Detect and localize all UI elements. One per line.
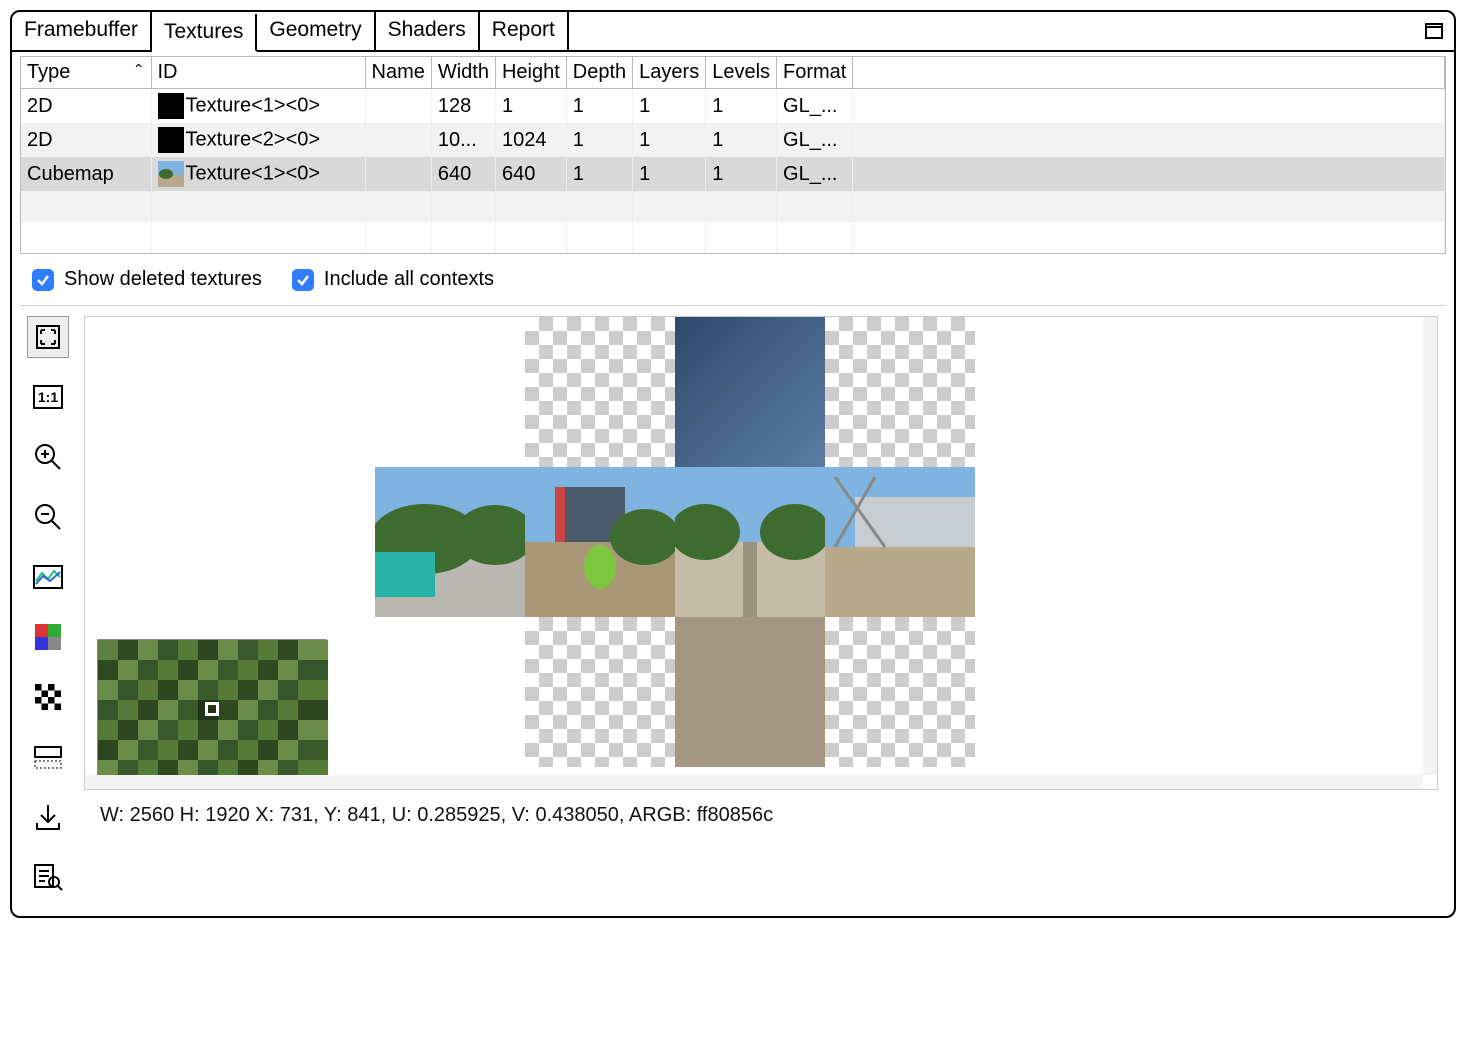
- th-levels[interactable]: Levels: [706, 57, 777, 89]
- table-row[interactable]: 2DTexture<2><0>10...1024111GL_...: [21, 123, 1445, 157]
- fit-to-view-icon[interactable]: [27, 316, 69, 358]
- cell-layers: 1: [633, 89, 706, 124]
- tab-bar: Framebuffer Textures Geometry Shaders Re…: [12, 12, 1454, 52]
- scrollbar-horizontal[interactable]: [85, 775, 1423, 789]
- cell-width: 128: [431, 89, 495, 124]
- zoom-in-icon[interactable]: [27, 436, 69, 478]
- cell-format: GL_...: [777, 123, 853, 157]
- table-row: [21, 222, 1445, 253]
- table-row[interactable]: 2DTexture<1><0>1281111GL_...: [21, 89, 1445, 124]
- cell-depth: 1: [566, 123, 632, 157]
- zoom-out-icon[interactable]: [27, 496, 69, 538]
- color-channels-icon[interactable]: [27, 616, 69, 658]
- minimap[interactable]: [97, 639, 327, 779]
- cell-levels: 1: [706, 123, 777, 157]
- cell-height: 1024: [495, 123, 566, 157]
- include-all-label: Include all contexts: [324, 268, 494, 291]
- cell-height: 1: [495, 89, 566, 124]
- cell-format: GL_...: [777, 89, 853, 124]
- save-icon[interactable]: [27, 796, 69, 838]
- cell-type: Cubemap: [21, 157, 151, 191]
- sort-asc-icon: ⌃: [133, 61, 145, 78]
- cell-height: 640: [495, 157, 566, 191]
- table-row: [21, 191, 1445, 222]
- cell-type: 2D: [21, 89, 151, 124]
- cell-layers: 1: [633, 123, 706, 157]
- histogram-icon[interactable]: [27, 556, 69, 598]
- texture-table: Type⌃ ID Name Width Height Depth Layers …: [20, 56, 1446, 254]
- inspect-icon[interactable]: [27, 856, 69, 898]
- flip-icon[interactable]: [27, 736, 69, 778]
- show-deleted-checkbox[interactable]: Show deleted textures: [32, 268, 262, 291]
- th-name[interactable]: Name: [365, 57, 431, 89]
- actual-size-icon[interactable]: 1:1: [27, 376, 69, 418]
- texture-canvas[interactable]: [84, 316, 1438, 790]
- th-type[interactable]: Type⌃: [21, 57, 151, 89]
- cell-id: Texture<1><0>: [151, 157, 365, 191]
- th-layers[interactable]: Layers: [633, 57, 706, 89]
- cell-id: Texture<2><0>: [151, 123, 365, 157]
- tab-report[interactable]: Report: [480, 12, 569, 50]
- cell-name: [365, 157, 431, 191]
- tab-geometry[interactable]: Geometry: [257, 12, 375, 50]
- cell-type: 2D: [21, 123, 151, 157]
- cell-depth: 1: [566, 89, 632, 124]
- minimap-cursor: [205, 702, 219, 716]
- alpha-bg-icon[interactable]: [27, 676, 69, 718]
- cell-name: [365, 89, 431, 124]
- cell-name: [365, 123, 431, 157]
- cell-levels: 1: [706, 89, 777, 124]
- tab-framebuffer[interactable]: Framebuffer: [12, 12, 152, 50]
- cell-width: 10...: [431, 123, 495, 157]
- maximize-icon[interactable]: [1414, 12, 1454, 50]
- texture-thumb: [158, 93, 184, 119]
- svg-text:1:1: 1:1: [38, 389, 58, 405]
- cell-id: Texture<1><0>: [151, 89, 365, 124]
- texture-panel: Framebuffer Textures Geometry Shaders Re…: [10, 10, 1456, 918]
- th-depth[interactable]: Depth: [566, 57, 632, 89]
- status-bar: W: 2560 H: 1920 X: 731, Y: 841, U: 0.285…: [84, 790, 1438, 831]
- tab-shaders[interactable]: Shaders: [376, 12, 480, 50]
- texture-thumb: [158, 127, 184, 153]
- cell-depth: 1: [566, 157, 632, 191]
- table-row[interactable]: CubemapTexture<1><0>640640111GL_...: [21, 157, 1445, 191]
- cubemap-cross: [375, 317, 975, 767]
- cell-format: GL_...: [777, 157, 853, 191]
- scrollbar-vertical[interactable]: [1423, 317, 1437, 775]
- tab-textures[interactable]: Textures: [152, 14, 257, 52]
- cell-width: 640: [431, 157, 495, 191]
- th-width[interactable]: Width: [431, 57, 495, 89]
- show-deleted-label: Show deleted textures: [64, 268, 262, 291]
- th-id[interactable]: ID: [151, 57, 365, 89]
- include-all-checkbox[interactable]: Include all contexts: [292, 268, 494, 291]
- cell-layers: 1: [633, 157, 706, 191]
- cell-levels: 1: [706, 157, 777, 191]
- viewer-toolbar: 1:1: [20, 306, 76, 908]
- th-format[interactable]: Format: [777, 57, 853, 89]
- th-height[interactable]: Height: [495, 57, 566, 89]
